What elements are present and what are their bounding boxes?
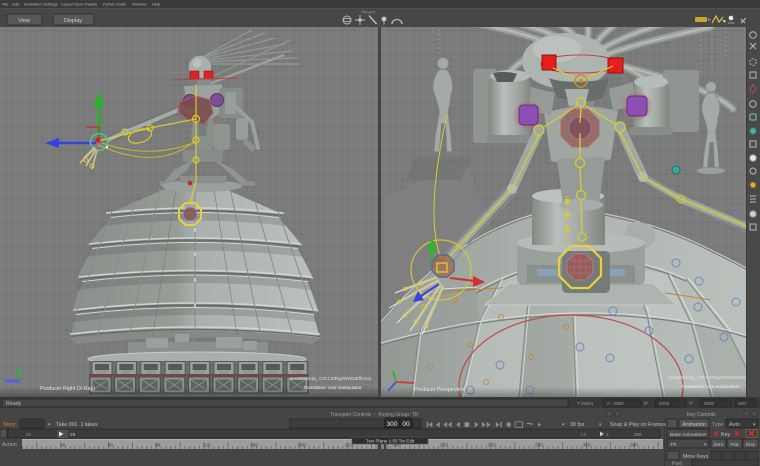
svg-text:300: 300	[487, 443, 495, 449]
svg-text:Display: Display	[64, 18, 82, 24]
svg-text:180: 180	[297, 443, 305, 449]
svg-text:Edit: Edit	[13, 2, 21, 7]
svg-text:28: 28	[26, 432, 31, 437]
svg-text:Ready: Ready	[6, 401, 22, 407]
svg-text:Two Plane 1:50 Tor Edit: Two Plane 1:50 Tor Edit	[366, 439, 415, 444]
svg-text:000: 000	[738, 401, 746, 406]
svg-text:/T: /T	[689, 401, 693, 406]
svg-text:Translation: Use manipulator: Translation: Use manipulator	[681, 384, 740, 389]
svg-text:▼: ▼	[703, 432, 707, 437]
svg-text:Key: Key	[721, 432, 730, 438]
svg-text:270: 270	[440, 443, 448, 449]
svg-text:Layout: Layout	[61, 2, 74, 7]
svg-text:300: 300	[634, 432, 642, 437]
svg-text:Producer Right (X-Ray): Producer Right (X-Ray)	[40, 386, 95, 392]
svg-text:View: View	[18, 18, 30, 24]
svg-text:Key Controls: Key Controls	[687, 412, 716, 418]
svg-text:360: 360	[582, 443, 590, 449]
svg-text:Python Tools: Python Tools	[103, 2, 126, 7]
svg-text:▼: ▼	[703, 442, 707, 447]
svg-text:Settings: Settings	[43, 2, 57, 7]
svg-text:Action: Action	[2, 442, 17, 448]
svg-text:T 000/4: T 000/4	[577, 401, 594, 407]
svg-text:0000: 0000	[704, 401, 715, 406]
svg-text:File: File	[2, 2, 9, 7]
svg-text:26: 26	[70, 432, 76, 438]
svg-text:1:0: 1:0	[580, 432, 587, 437]
svg-text:Help: Help	[152, 2, 161, 7]
svg-text:150: 150	[250, 443, 258, 449]
svg-text:Story: Story	[3, 422, 16, 428]
svg-text:120: 120	[202, 443, 210, 449]
svg-text:Viewer: Viewer	[361, 10, 376, 16]
svg-text:0000: 0000	[659, 401, 670, 406]
svg-text:90: 90	[155, 443, 161, 449]
svg-text:Window: Window	[132, 2, 146, 7]
svg-text:Animation: Animation	[682, 422, 706, 428]
svg-text:00: 00	[402, 421, 410, 428]
svg-text:Zero: Zero	[713, 442, 723, 448]
svg-text:TR: TR	[670, 442, 677, 448]
svg-text:60: 60	[107, 443, 113, 449]
svg-text:Auto: Auto	[729, 422, 740, 428]
svg-text:30: 30	[60, 443, 66, 449]
svg-text:Animation: Animation	[24, 2, 42, 7]
svg-text:Base Animation: Base Animation	[670, 432, 704, 438]
svg-text:Producer Perspective: Producer Perspective	[414, 387, 465, 393]
svg-text:▼: ▼	[752, 422, 756, 427]
svg-text:Transport Controls - Keying: Transport Controls - Keying Group: TR	[330, 412, 419, 418]
svg-text:Type: Type	[712, 422, 724, 428]
svg-text:Flat: Flat	[730, 442, 739, 448]
svg-text:Open Reality: Open Reality	[74, 2, 97, 7]
svg-text:330: 330	[535, 443, 543, 449]
svg-text:▼: ▼	[47, 422, 51, 427]
svg-text:2: 2	[606, 432, 609, 438]
svg-text:Disc: Disc	[746, 442, 756, 448]
svg-text:▼: ▼	[598, 422, 602, 427]
svg-text:sec600/Body_Ctrl:CtrlRightWris: sec600/Body_Ctrl:CtrlRightWristEffector	[290, 376, 372, 381]
svg-text:sec600/Body_Ctrl:CtrlRightWris: sec600/Body_Ctrl:CtrlRightWristEffector	[668, 375, 750, 380]
svg-text:390: 390	[630, 443, 638, 449]
svg-text:0 : 0000: 0 : 0000	[607, 401, 624, 406]
svg-text:Translation: Use manipulator: Translation: Use manipulator	[303, 385, 362, 390]
svg-text:Take 001 1 takes: Take 001 1 takes	[56, 422, 98, 428]
svg-text:30 fps: 30 fps	[570, 422, 585, 428]
svg-text:300: 300	[386, 421, 397, 428]
svg-text:More Keys: More Keys	[683, 454, 709, 460]
svg-text:Snap & Play on Frames ▼: Snap & Play on Frames ▼	[610, 422, 673, 428]
svg-text:Part:: Part:	[672, 461, 683, 466]
svg-text:/F: /F	[644, 401, 648, 406]
svg-text:▼: ▼	[561, 422, 565, 427]
